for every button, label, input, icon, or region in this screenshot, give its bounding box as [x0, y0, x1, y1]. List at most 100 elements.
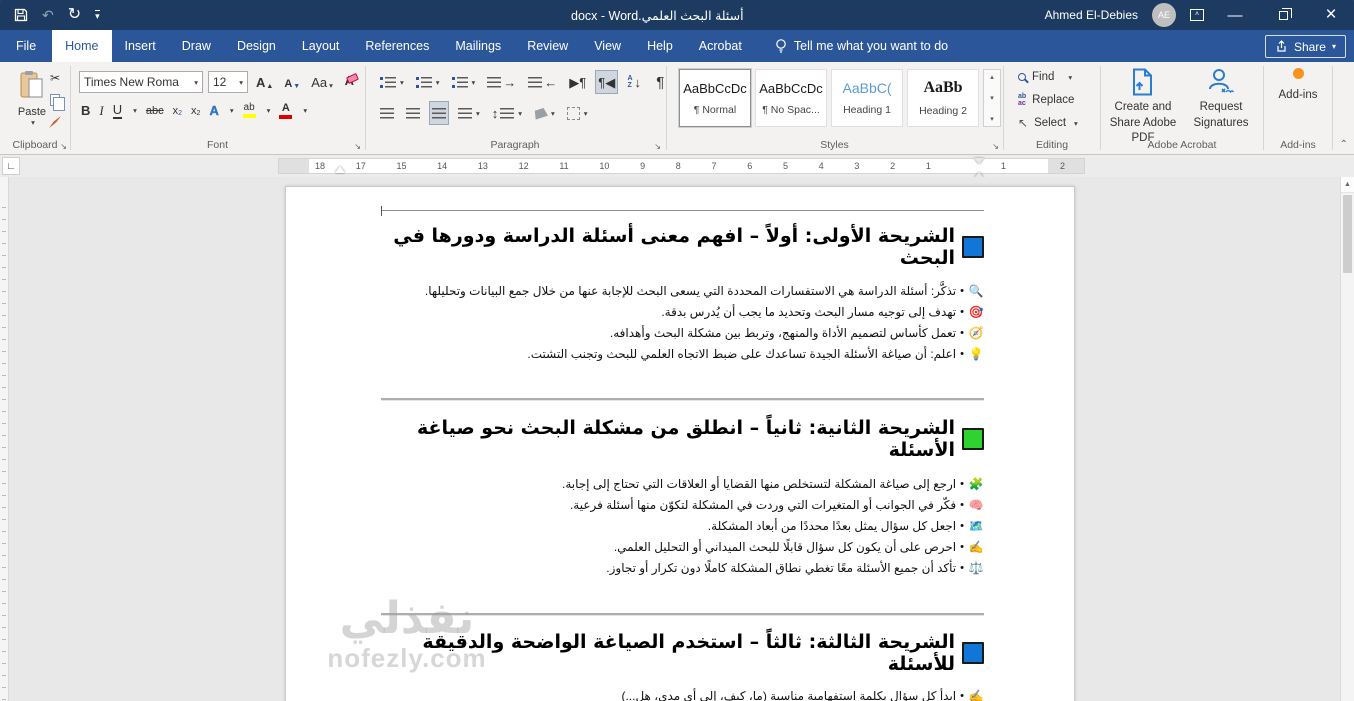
decrease-indent-button[interactable]: →	[485, 71, 518, 93]
shading-button[interactable]: ▾	[532, 102, 557, 124]
acrobat-group: Create and Share Adobe PDF Request Signa…	[1101, 62, 1263, 154]
text-effects-button[interactable]: A	[209, 103, 219, 118]
tab-layout[interactable]: Layout	[289, 30, 353, 62]
rtl-direction-button[interactable]: ¶◀	[595, 70, 619, 94]
font-dialog-launcher[interactable]: ↘	[354, 142, 361, 151]
style-normal[interactable]: AaBbCcDc ¶ Normal	[679, 69, 751, 127]
bullet-list-2[interactable]: 🧩 • ارجع إلى صياغة المشكلة لتستخلص منها ال…	[381, 473, 984, 578]
paragraph-dialog-launcher[interactable]: ↘	[654, 142, 661, 151]
grow-font-button[interactable]: A ▲	[253, 71, 276, 93]
first-line-indent-marker-icon[interactable]	[974, 158, 984, 176]
tab-references[interactable]: References	[352, 30, 442, 62]
tab-file[interactable]: File	[0, 30, 52, 62]
magnifier-emoji-icon: 🔍	[968, 283, 984, 298]
tell-me-box[interactable]: Tell me what you want to do	[775, 30, 948, 62]
change-case-button[interactable]: Aa ▾	[308, 71, 336, 93]
redo-icon[interactable]: ↻	[68, 7, 81, 23]
bullets-button[interactable]: ▾	[378, 71, 406, 93]
tab-home[interactable]: Home	[52, 30, 112, 62]
tab-view[interactable]: View	[581, 30, 634, 62]
bold-button[interactable]: B	[81, 103, 90, 118]
scrollbar-thumb[interactable]	[1343, 195, 1352, 273]
bullet-list-3[interactable]: ✍️ • ابدأ كل سؤال بكلمة استفهامية مناسبة (…	[381, 685, 984, 701]
vertical-scrollbar[interactable]: ▲	[1340, 177, 1354, 701]
superscript-button[interactable]: x2	[191, 105, 200, 117]
justify-button[interactable]: ▾	[456, 102, 482, 124]
underline-caret-icon[interactable]: ▾	[133, 106, 137, 115]
tab-draw[interactable]: Draw	[169, 30, 224, 62]
styles-scroll-down-icon[interactable]: ▾	[990, 94, 994, 102]
share-button[interactable]: Share ▾	[1264, 35, 1346, 58]
align-right-button[interactable]	[429, 101, 449, 125]
format-painter-icon[interactable]	[46, 114, 64, 130]
multilevel-list-button[interactable]: ▾	[450, 71, 478, 93]
italic-button[interactable]: I	[99, 103, 103, 119]
tab-design[interactable]: Design	[224, 30, 289, 62]
subscript-button[interactable]: x2	[173, 105, 182, 117]
create-share-pdf-button[interactable]: Create and Share Adobe PDF	[1105, 68, 1181, 147]
undo-icon[interactable]: ↶	[42, 8, 54, 22]
restore-button[interactable]	[1266, 0, 1300, 30]
tab-insert[interactable]: Insert	[112, 30, 169, 62]
clipboard-dialog-launcher[interactable]: ↘	[60, 142, 67, 151]
minimize-button[interactable]: —	[1218, 0, 1252, 30]
styles-more-icon[interactable]: ▾	[990, 115, 994, 123]
borders-button[interactable]: ▾	[565, 102, 590, 124]
font-color-button[interactable]: A	[279, 102, 293, 119]
heading-slide1[interactable]: الشريحة الأولى: أولاً – افهم معنى أسئلة …	[381, 225, 984, 269]
tab-help[interactable]: Help	[634, 30, 686, 62]
bullet-list-1[interactable]: 🔍 • تذكَّر: أسئلة الدراسة هي الاستفسارات ا…	[381, 280, 984, 364]
style-no-spacing[interactable]: AaBbCcDc ¶ No Spac...	[755, 69, 827, 127]
strikethrough-button[interactable]: abc	[146, 105, 164, 117]
font-name-combo[interactable]: Times New Roma ▾	[79, 71, 203, 93]
line-spacing-button[interactable]: ↕ ▾	[490, 102, 524, 124]
close-button[interactable]: ×	[1314, 0, 1348, 30]
replace-icon: ab ac	[1018, 93, 1027, 107]
ribbon-display-options-icon[interactable]: ˄	[1190, 9, 1204, 21]
save-icon[interactable]	[14, 8, 28, 22]
styles-dialog-launcher[interactable]: ↘	[992, 142, 999, 151]
cut-icon[interactable]: ✂	[46, 70, 64, 86]
styles-scroll-up-icon[interactable]: ▴	[990, 73, 994, 81]
font-size-combo[interactable]: 12 ▾	[208, 71, 248, 93]
vertical-ruler[interactable]	[0, 177, 9, 701]
font-name-value: Times New Roma	[84, 75, 179, 89]
sort-button[interactable]: A Z ↓	[625, 71, 643, 93]
tab-mailings[interactable]: Mailings	[442, 30, 514, 62]
tab-acrobat[interactable]: Acrobat	[686, 30, 755, 62]
customize-qat-icon[interactable]: ▾	[95, 9, 100, 21]
styles-gallery-scroll[interactable]: ▴ ▾ ▾	[983, 69, 1001, 127]
scroll-up-icon[interactable]: ▲	[1341, 177, 1354, 193]
copy-icon[interactable]	[46, 92, 65, 111]
align-left-button[interactable]	[378, 102, 396, 124]
underline-button[interactable]: U	[112, 102, 123, 119]
numbering-button[interactable]: ▾	[414, 71, 442, 93]
replace-button[interactable]: ab ac Replace	[1018, 91, 1078, 109]
list-item: 🧩 • ارجع إلى صياغة المشكلة لتستخلص منها ال…	[561, 476, 984, 491]
account-name[interactable]: Ahmed El-Debies	[1045, 8, 1138, 22]
request-signatures-button[interactable]: Request Signatures	[1183, 68, 1259, 131]
editing-group: Find ▾ ab ac Replace ↖ Select ▾ Editing	[1004, 62, 1100, 154]
heading-slide3[interactable]: الشريحة الثالثة: ثالثاً – استخدم الصياغة…	[381, 631, 984, 675]
ruler-numbers-right: 12	[1001, 161, 1065, 171]
editing-group-label: Editing	[1035, 139, 1069, 151]
style-heading1[interactable]: AaBbC( Heading 1	[831, 69, 903, 127]
heading-slide2[interactable]: الشريحة الثانية: ثانياً – انطلق من مشكلة…	[381, 417, 984, 461]
find-button[interactable]: Find ▾	[1018, 68, 1078, 86]
shrink-font-button[interactable]: A ▼	[281, 71, 303, 93]
tab-review[interactable]: Review	[514, 30, 581, 62]
collapse-ribbon-icon[interactable]: ⌃	[1340, 139, 1348, 150]
ltr-direction-button[interactable]: ▶¶	[567, 71, 588, 93]
horizontal-ruler[interactable]: 18 17 15 14 13 12 11 10 9 8 7 6 5 4 3 2 1 12	[278, 158, 1085, 174]
avatar[interactable]: AE	[1152, 3, 1176, 27]
align-center-button[interactable]	[404, 102, 422, 124]
style-heading2[interactable]: AaBb Heading 2	[907, 69, 979, 127]
addins-button[interactable]: Add-ins	[1264, 68, 1332, 101]
highlight-color-button[interactable]: ab	[242, 103, 256, 118]
document-page[interactable]: الشريحة الأولى: أولاً – افهم معنى أسئلة …	[285, 186, 1075, 701]
tab-stop-selector[interactable]: ∟	[2, 157, 20, 175]
indent-marker-icon[interactable]	[335, 166, 345, 173]
clear-formatting-button[interactable]: A	[345, 73, 359, 88]
select-button[interactable]: ↖ Select ▾	[1018, 114, 1078, 132]
increase-indent-button[interactable]: ←	[526, 71, 559, 93]
